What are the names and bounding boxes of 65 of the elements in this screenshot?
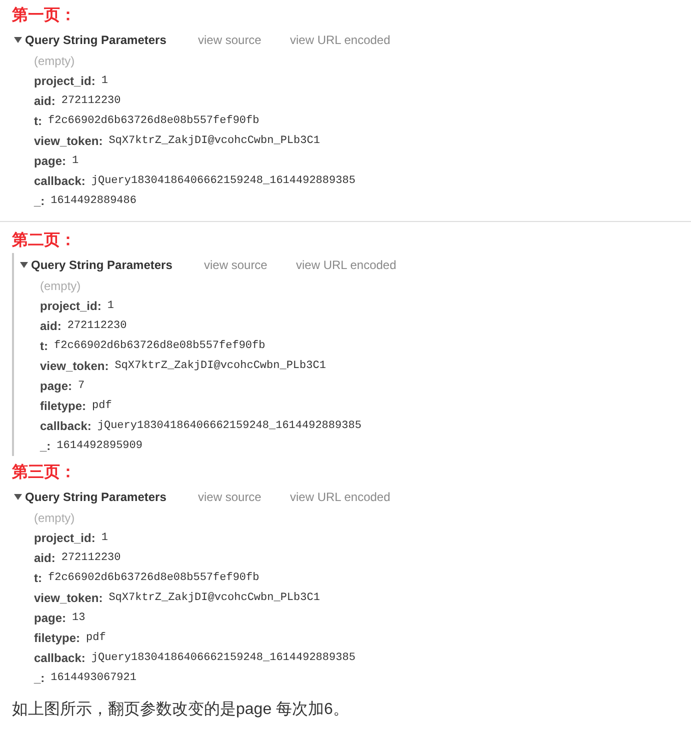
view-link[interactable]: view URL encoded: [290, 31, 390, 49]
param-value: jQuery18304186406662159248_1614492889385: [91, 174, 356, 189]
param-key: _:: [34, 192, 45, 210]
param-value: 1: [101, 530, 108, 546]
param-value: 7: [78, 378, 85, 394]
param-key: aid:: [34, 549, 56, 567]
param-key: project_id:: [40, 297, 102, 315]
section-title[interactable]: Query String Parameters: [31, 256, 196, 274]
expanded-triangle-icon[interactable]: [20, 261, 28, 269]
param-key: callback:: [40, 417, 92, 435]
view-link[interactable]: view source: [204, 256, 296, 274]
param-key: project_id:: [34, 529, 96, 547]
view-link[interactable]: view URL encoded: [296, 256, 396, 274]
param-key: t:: [40, 337, 48, 355]
view-link[interactable]: view URL encoded: [290, 488, 390, 506]
param-value: SqX7ktrZ_ZakjDI@vcohcCwbn_PLb3C1: [108, 590, 320, 606]
param-value: f2c66902d6b63726d8e08b557fef90fb: [48, 570, 260, 586]
paragraph: 如上图所示，翻页参数改变的是page 每次加6。: [12, 700, 350, 720]
param-key: callback:: [34, 649, 86, 667]
param-key: _:: [40, 437, 51, 455]
param-value: SqX7ktrZ_ZakjDI@vcohcCwbn_PLb3C1: [108, 134, 320, 149]
param-value: 272112230: [67, 318, 127, 334]
section-title[interactable]: Query String Parameters: [25, 31, 190, 49]
section-heading: 第二页：: [12, 230, 77, 251]
param-value: SqX7ktrZ_ZakjDI@vcohcCwbn_PLb3C1: [114, 358, 326, 374]
param-value: 1: [72, 154, 79, 169]
param-key: view_token:: [34, 132, 103, 150]
param-value: 1614493067921: [50, 670, 136, 686]
param-value: pdf: [92, 398, 112, 414]
param-value: 1614492889486: [50, 194, 136, 209]
view-link[interactable]: view source: [198, 488, 290, 506]
param-key: filetype:: [40, 397, 86, 415]
param-key: callback:: [34, 172, 86, 190]
expanded-triangle-icon[interactable]: [14, 36, 22, 44]
param-value: f2c66902d6b63726d8e08b557fef90fb: [54, 338, 266, 354]
expanded-triangle-icon[interactable]: [14, 493, 22, 501]
param-key: t:: [34, 569, 42, 587]
param-key: page:: [34, 152, 66, 170]
param-value: 1614492895909: [56, 438, 142, 454]
param-value: 13: [72, 610, 86, 626]
view-link[interactable]: view source: [198, 31, 290, 49]
param-key: page:: [40, 377, 72, 395]
param-value: 1: [107, 298, 114, 314]
param-key: project_id:: [34, 72, 96, 90]
param-key: aid:: [40, 317, 62, 335]
param-key: view_token:: [34, 589, 103, 607]
param-value: jQuery18304186406662159248_1614492889385: [97, 418, 362, 434]
param-value: f2c66902d6b63726d8e08b557fef90fb: [48, 114, 260, 129]
section-title[interactable]: Query String Parameters: [25, 488, 190, 506]
param-key: t:: [34, 112, 42, 130]
param-value: jQuery18304186406662159248_1614492889385: [91, 650, 356, 666]
param-key: filetype:: [34, 629, 80, 647]
section-heading: 第三页：: [12, 462, 77, 483]
empty-note: (empty): [34, 53, 75, 70]
param-key: view_token:: [40, 357, 109, 375]
param-value: 272112230: [61, 550, 121, 566]
param-value: pdf: [86, 630, 106, 646]
section-heading: 第一页：: [12, 6, 77, 26]
param-key: page:: [34, 609, 66, 627]
empty-note: (empty): [40, 278, 81, 295]
param-key: aid:: [34, 92, 56, 110]
param-value: 1: [101, 74, 108, 89]
param-value: 272112230: [61, 94, 121, 109]
param-key: _:: [34, 669, 45, 687]
empty-note: (empty): [34, 510, 75, 527]
